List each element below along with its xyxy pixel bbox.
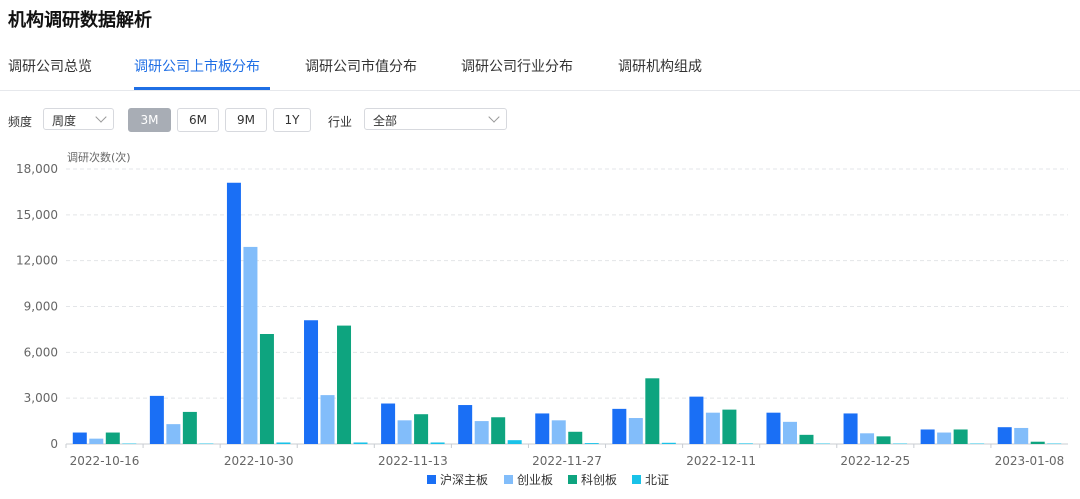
y-tick-label: 6,000: [24, 345, 58, 359]
bar-chart: 调研次数(次) 0 3,000 6,000 9,000 12,000 15,000 18,00…: [16, 150, 1068, 487]
legend-label: 科创板: [581, 473, 617, 487]
bar: [353, 442, 368, 444]
y-tick-label: 15,000: [16, 208, 58, 222]
bar: [105, 432, 120, 444]
legend-label: 沪深主板: [440, 473, 488, 487]
bar: [860, 433, 875, 444]
y-axis-label: 调研次数(次): [67, 150, 131, 164]
bar: [397, 420, 412, 444]
x-tick-label: 2022-12-25: [840, 454, 910, 468]
bar: [507, 440, 522, 444]
bar: [937, 432, 952, 444]
bar: [259, 334, 274, 444]
x-tick-label: 2023-01-08: [995, 454, 1065, 468]
tab-industry-distribution[interactable]: 调研公司行业分布: [461, 56, 573, 76]
x-tick-label: 2022-11-13: [378, 454, 448, 468]
x-tick-label: 2022-12-11: [686, 454, 756, 468]
chevron-down-icon: [95, 111, 107, 123]
bar: [584, 443, 599, 444]
industry-select[interactable]: 全部: [364, 108, 507, 130]
period-button-3m[interactable]: 3M: [128, 108, 171, 132]
bar: [799, 434, 814, 444]
bar: [953, 429, 968, 444]
bar: [661, 442, 676, 444]
legend-swatch: [568, 475, 577, 484]
bar: [1030, 441, 1045, 444]
tab-board-distribution[interactable]: 调研公司上市板分布: [134, 56, 260, 76]
industry-value: 全部: [373, 114, 398, 128]
bar: [645, 378, 660, 444]
bar: [166, 424, 181, 444]
bar: [320, 395, 335, 444]
bar: [72, 432, 87, 444]
y-tick-label: 18,000: [16, 162, 58, 176]
page-title: 机构调研数据解析: [8, 10, 152, 31]
frequency-label: 频度: [8, 115, 33, 129]
bar: [766, 412, 781, 444]
bar: [551, 420, 566, 444]
bar: [920, 429, 935, 444]
tab-bar: 调研公司总览 调研公司上市板分布 调研公司市值分布 调研公司行业分布 调研机构组…: [0, 50, 1080, 91]
y-tick-label: 12,000: [16, 254, 58, 268]
bar: [304, 320, 319, 444]
bar: [276, 442, 291, 444]
bar: [876, 436, 891, 444]
frequency-select[interactable]: 周度: [43, 108, 114, 130]
tab-market-cap-distribution[interactable]: 调研公司市值分布: [305, 56, 417, 76]
bar: [535, 413, 550, 444]
bar: [782, 421, 797, 444]
period-button-1y[interactable]: 1Y: [273, 108, 311, 132]
x-tick-label: 2022-10-16: [70, 454, 140, 468]
bar: [705, 412, 720, 444]
legend-swatch: [632, 475, 641, 484]
bar: [381, 403, 396, 444]
bar: [628, 418, 643, 444]
legend-label: 创业板: [517, 473, 553, 487]
legend-label: 北证: [645, 473, 669, 487]
bar: [568, 431, 583, 444]
bar: [612, 408, 627, 444]
y-tick-label: 9,000: [24, 300, 58, 314]
bar: [414, 414, 429, 444]
period-button-9m[interactable]: 9M: [225, 108, 267, 132]
bar: [243, 246, 258, 444]
chevron-down-icon: [488, 111, 500, 123]
y-tick-label: 0: [50, 437, 58, 451]
bar: [430, 442, 445, 444]
bar: [843, 413, 858, 444]
x-tick-label: 2022-11-27: [532, 454, 602, 468]
bar: [337, 325, 352, 444]
bar: [1014, 427, 1029, 444]
frequency-value: 周度: [52, 114, 77, 128]
period-button-6m[interactable]: 6M: [177, 108, 219, 132]
tab-overview[interactable]: 调研公司总览: [8, 56, 92, 76]
bar: [997, 427, 1012, 444]
bar: [491, 417, 506, 444]
tab-institution-composition[interactable]: 调研机构组成: [618, 56, 702, 76]
industry-label: 行业: [328, 115, 353, 129]
bar: [182, 411, 197, 444]
bar: [149, 395, 164, 444]
bar: [226, 182, 241, 444]
legend-swatch: [427, 475, 436, 484]
legend-swatch: [504, 475, 513, 484]
bar: [738, 443, 753, 444]
bar: [722, 409, 737, 444]
filter-bar: 频度 周度 3M 6M 9M 1Y 行业 全部: [0, 108, 1080, 134]
y-tick-label: 3,000: [24, 391, 58, 405]
bar: [689, 396, 704, 444]
bar: [474, 421, 489, 444]
active-tab-indicator: [134, 87, 270, 90]
x-tick-label: 2022-10-30: [224, 454, 294, 468]
bar: [89, 438, 104, 444]
bar: [458, 405, 473, 444]
